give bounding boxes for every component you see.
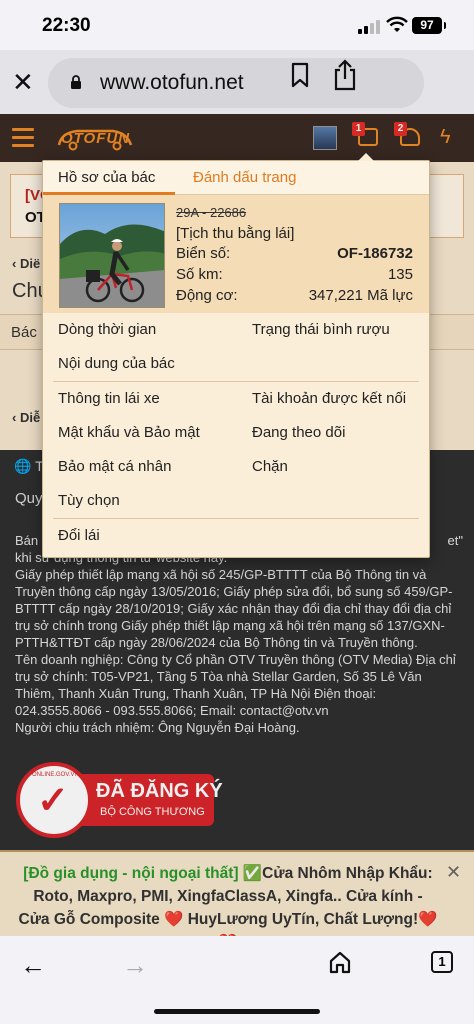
engine-row: Động cơ: 347,221 Mã lực	[176, 287, 413, 304]
lock-icon	[71, 75, 81, 89]
user-avatar[interactable]	[313, 126, 337, 150]
site-header: OTOFUN 1 2 ϟ	[0, 114, 474, 162]
address-bar[interactable]: www.otofun.net	[48, 58, 424, 108]
account-menu-list: Dòng thời gian Trạng thái bình rượu Nội …	[43, 313, 429, 553]
bookmark-icon[interactable]	[290, 62, 310, 88]
profile-avatar[interactable]	[59, 203, 165, 308]
menu-following[interactable]: Đang theo dõi	[252, 424, 345, 441]
alerts-badge: 2	[394, 122, 407, 136]
menu-preferences[interactable]: Tùy chọn	[58, 492, 120, 509]
footer-legal: Bánet" khi sử dụng thông tin từ website …	[15, 533, 463, 735]
menu-connected-accounts[interactable]: Tài khoản được kết nối	[252, 390, 406, 407]
menu-change-driver[interactable]: Đổi lái	[58, 527, 100, 544]
clock: 22:30	[42, 15, 91, 36]
site-logo[interactable]: OTOFUN	[55, 125, 135, 151]
battery-icon: 97	[412, 17, 446, 34]
plate-row: Biển số: OF-186732	[176, 245, 413, 262]
menu-your-content[interactable]: Nội dung của bác	[58, 355, 175, 372]
menu-timeline[interactable]: Dòng thời gian	[58, 321, 156, 338]
registration-seal[interactable]: ĐÃ ĐĂNG KÝ BỘ CÔNG THƯƠNG ONLINE.GOV.VN …	[16, 762, 223, 838]
profile-card: 29A - 22686 [Tịch thu bằng lái] Biển số:…	[43, 195, 429, 313]
back-arrow-icon[interactable]: ←	[20, 950, 46, 981]
inbox-badge: 1	[352, 122, 365, 136]
share-icon[interactable]	[332, 59, 358, 91]
tab-profile[interactable]: Hồ sơ của bác	[43, 161, 175, 195]
account-menu: Hồ sơ của bác Đánh dấu trang 29A - 22686…	[42, 153, 430, 558]
close-ad-icon[interactable]: ✕	[446, 862, 461, 883]
browser-bottom-bar: ← → 1	[0, 936, 474, 1024]
account-tabs: Hồ sơ của bác Đánh dấu trang	[43, 161, 429, 195]
home-indicator	[154, 1009, 320, 1014]
tab-bookmarks[interactable]: Đánh dấu trang	[193, 169, 296, 186]
cellular-signal-icon	[358, 18, 380, 34]
rules-link[interactable]: Quy	[15, 490, 43, 507]
menu-icon[interactable]	[12, 128, 34, 147]
bolt-icon[interactable]: ϟ	[440, 126, 451, 149]
license-status: [Tịch thu bằng lái]	[176, 225, 295, 242]
wifi-icon	[386, 16, 408, 32]
menu-blocked[interactable]: Chặn	[252, 458, 288, 475]
km-row: Số km: 135	[176, 266, 413, 283]
inbox-icon[interactable]: 1	[352, 122, 378, 146]
close-icon[interactable]: ✕	[12, 69, 34, 95]
language-selector[interactable]: 🌐 T	[14, 458, 44, 475]
menu-password-security[interactable]: Mật khẩu và Bảo mật	[58, 424, 200, 441]
menu-privacy[interactable]: Bảo mật cá nhân	[58, 458, 171, 475]
tabs-button[interactable]: 1	[431, 951, 453, 973]
home-icon[interactable]	[328, 950, 352, 974]
url-text: www.otofun.net	[100, 71, 244, 94]
browser-toolbar: ✕ www.otofun.net	[0, 50, 474, 114]
menu-drunk-status[interactable]: Trạng thái bình rượu	[252, 321, 390, 338]
ad-banner[interactable]: [Đồ gia dụng - nội ngoại thất] ✅Cửa Nhôm…	[0, 850, 474, 951]
breadcrumb-bottom[interactable]: ‹ Diễ	[12, 410, 40, 425]
menu-driver-info[interactable]: Thông tin lái xe	[58, 390, 160, 407]
checkmark-icon: ✓	[37, 780, 69, 822]
old-plate: 29A - 22686	[176, 205, 247, 220]
breadcrumb[interactable]: ‹ Dië	[12, 256, 40, 271]
bell-icon[interactable]: 2	[394, 122, 420, 146]
forward-arrow-icon[interactable]: →	[122, 950, 148, 981]
status-bar: 22:30 97	[0, 0, 474, 50]
